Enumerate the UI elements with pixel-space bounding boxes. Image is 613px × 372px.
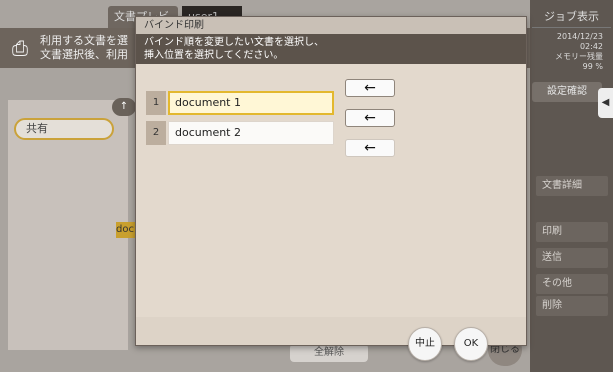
- delete-button[interactable]: 削除: [536, 296, 608, 316]
- document-order-number: 1: [146, 91, 166, 115]
- folder-shared[interactable]: 共有: [14, 118, 114, 140]
- document-name-selected[interactable]: document 1: [168, 91, 334, 115]
- document-order-number: 2: [146, 121, 166, 145]
- background-instruction: 利用する文書を選 文書選択後、利用: [40, 34, 128, 61]
- print-button[interactable]: 印刷: [536, 222, 608, 242]
- insert-position-1-button[interactable]: ←: [345, 79, 395, 97]
- insert-position-2-button[interactable]: ←: [345, 109, 395, 127]
- memory-label: メモリー残量: [555, 52, 603, 61]
- document-row[interactable]: 2 document 2: [146, 121, 334, 145]
- document-name[interactable]: document 2: [168, 121, 334, 145]
- cancel-button[interactable]: 中止: [408, 327, 442, 361]
- other-button[interactable]: その他: [536, 274, 608, 294]
- document-row[interactable]: 1 document 1: [146, 91, 334, 115]
- status-time: 02:42: [579, 42, 603, 51]
- job-display-button[interactable]: ジョブ表示: [532, 6, 611, 28]
- status-display: 2014/12/23 02:42 メモリー残量 99 %: [532, 32, 611, 72]
- left-arrow-icon: ←: [364, 110, 376, 126]
- instruction-line-2: 挿入位置を選択してください。: [144, 50, 284, 61]
- insert-position-3-button[interactable]: ←: [345, 139, 395, 157]
- left-arrow-icon: ←: [364, 140, 376, 156]
- ok-button[interactable]: OK: [454, 327, 488, 361]
- dialog-title: バインド印刷: [136, 17, 526, 34]
- clear-all-button[interactable]: 全解除: [290, 344, 368, 362]
- left-arrow-icon: ←: [364, 80, 376, 96]
- document-thumbnail-label[interactable]: doc: [116, 222, 136, 238]
- send-button[interactable]: 送信: [536, 248, 608, 268]
- bind-print-dialog: バインド印刷 バインド順を変更したい文書を選択し、 挿入位置を選択してください。…: [135, 16, 527, 361]
- confirm-settings-button[interactable]: 設定確認: [532, 82, 602, 102]
- collapse-arrow-icon[interactable]: ◀: [598, 88, 613, 118]
- instruction-line-1: バインド順を変更したい文書を選択し、: [144, 37, 324, 48]
- dialog-instruction: バインド順を変更したい文書を選択し、 挿入位置を選択してください。: [136, 34, 526, 64]
- memory-value: 99 %: [582, 62, 603, 71]
- document-box-icon: ⎙: [12, 36, 28, 60]
- up-folder-icon[interactable]: ↑: [112, 98, 136, 116]
- document-details-button[interactable]: 文書詳細: [536, 176, 608, 196]
- status-date: 2014/12/23: [556, 32, 603, 41]
